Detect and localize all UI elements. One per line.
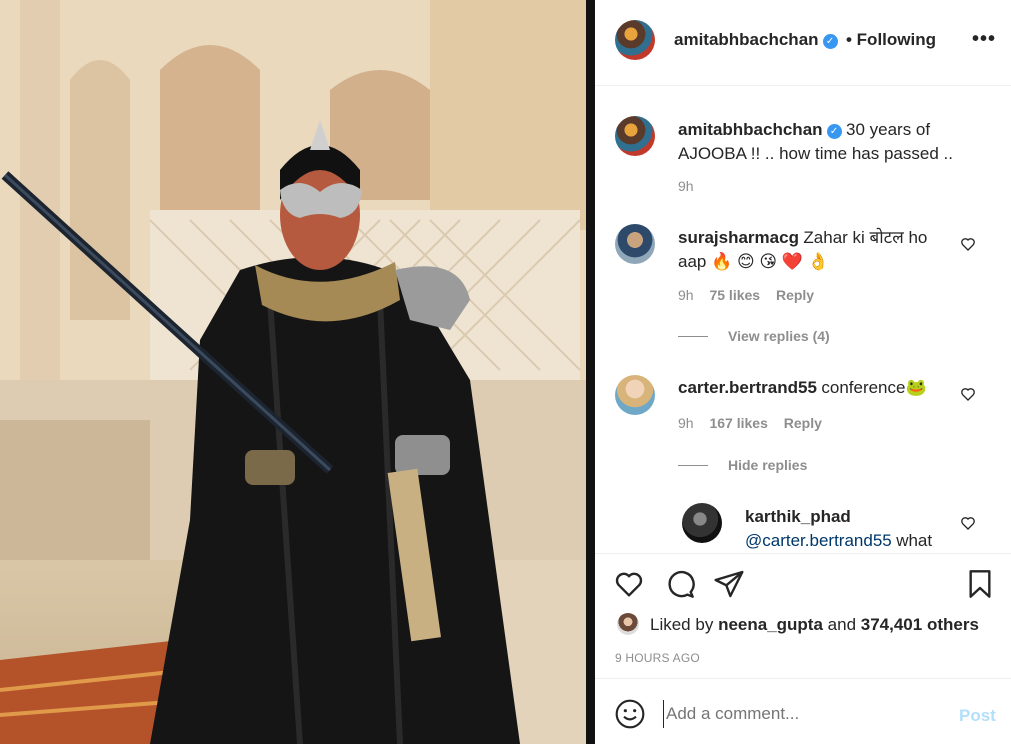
share-paper-plane-icon[interactable] — [713, 568, 745, 600]
more-horizontal-icon[interactable]: ••• — [972, 29, 996, 49]
liked-by-and: and — [827, 615, 857, 634]
emoji-smiley-icon[interactable] — [614, 698, 646, 730]
comment-meta: 9h 75 likes Reply — [678, 287, 814, 303]
caption-text-line1: 30 years of — [846, 120, 931, 139]
comment-item: carter.bertrand55 conference🐸 — [678, 376, 968, 400]
bookmark-icon[interactable] — [964, 568, 996, 600]
comment-avatar[interactable] — [615, 375, 655, 415]
comment-like-heart-icon[interactable] — [960, 236, 976, 252]
post-photo[interactable] — [0, 0, 586, 744]
verified-badge-icon: ✓ — [822, 34, 838, 49]
post-details-panel: amitabhbachchan ✓ • Following ••• amitabh… — [595, 0, 1011, 744]
view-replies-toggle[interactable]: View replies (4) — [678, 328, 830, 346]
comment-bubble-icon[interactable] — [664, 568, 696, 600]
hide-replies-label: Hide replies — [728, 457, 808, 473]
reply-item: karthik_phad @carter.bertrand55 what — [745, 505, 960, 551]
liked-by-prefix: Liked by — [650, 615, 714, 634]
comment-item: surajsharmacg Zahar ki बोटल ho aap 🔥 😊 😘… — [678, 226, 958, 274]
comment-like-heart-icon[interactable] — [960, 386, 976, 402]
photo-illustration — [0, 0, 586, 744]
comment-avatar[interactable] — [615, 224, 655, 264]
add-comment-input[interactable] — [663, 700, 933, 728]
reply-mention-link[interactable]: @carter.bertrand55 — [745, 531, 892, 550]
comment-text-line2: aap 🔥 😊 😘 ❤️ 👌 — [678, 252, 829, 271]
view-replies-label: View replies (4) — [728, 328, 830, 344]
reply-username[interactable]: karthik_phad — [745, 507, 851, 526]
following-button[interactable]: • Following — [846, 30, 936, 49]
comment-meta: 9h 167 likes Reply — [678, 415, 822, 431]
comment-time[interactable]: 9h — [678, 287, 694, 303]
hide-replies-toggle[interactable]: Hide replies — [678, 457, 807, 475]
likes-count-link[interactable]: 374,401 others — [861, 615, 979, 634]
caption-time[interactable]: 9h — [678, 178, 694, 194]
comment-username[interactable]: carter.bertrand55 — [678, 378, 817, 397]
author-line: amitabhbachchan ✓ • Following — [674, 30, 936, 50]
comment-username[interactable]: surajsharmacg — [678, 228, 799, 247]
liked-by-avatar[interactable] — [617, 613, 639, 635]
comment-like-heart-icon[interactable] — [960, 515, 976, 531]
caption: amitabhbachchan ✓ 30 years of AJOOBA !! .… — [678, 118, 988, 166]
author-avatar[interactable] — [615, 20, 655, 60]
comment-likes[interactable]: 167 likes — [709, 415, 767, 431]
post-header: amitabhbachchan ✓ • Following ••• — [595, 0, 1011, 86]
comment-time[interactable]: 9h — [678, 415, 694, 431]
photo-panel-divider — [586, 0, 595, 744]
post-comment-button[interactable]: Post — [959, 706, 996, 726]
comment-likes[interactable]: 75 likes — [709, 287, 760, 303]
caption-avatar[interactable] — [615, 116, 655, 156]
post-timestamp[interactable]: 9 HOURS AGO — [615, 651, 700, 665]
reply-avatar[interactable] — [682, 503, 722, 543]
reply-text: what — [896, 531, 933, 550]
replies-line-divider — [678, 465, 708, 467]
verified-badge-icon: ✓ — [826, 124, 842, 139]
caption-text-line2: AJOOBA !! .. how time has passed .. — [678, 144, 953, 163]
comment-text: Zahar ki बोटल ho — [803, 228, 928, 247]
liked-by-user-link[interactable]: neena_gupta — [718, 615, 823, 634]
liked-by: Liked by neena_gupta and 374,401 others — [650, 615, 979, 635]
replies-line-divider — [678, 336, 708, 338]
like-heart-icon[interactable] — [613, 568, 645, 600]
reply-button[interactable]: Reply — [776, 287, 814, 303]
author-username[interactable]: amitabhbachchan — [674, 30, 819, 49]
comment-text: conference🐸 — [821, 378, 927, 397]
caption-username[interactable]: amitabhbachchan — [678, 120, 823, 139]
reply-button[interactable]: Reply — [784, 415, 822, 431]
